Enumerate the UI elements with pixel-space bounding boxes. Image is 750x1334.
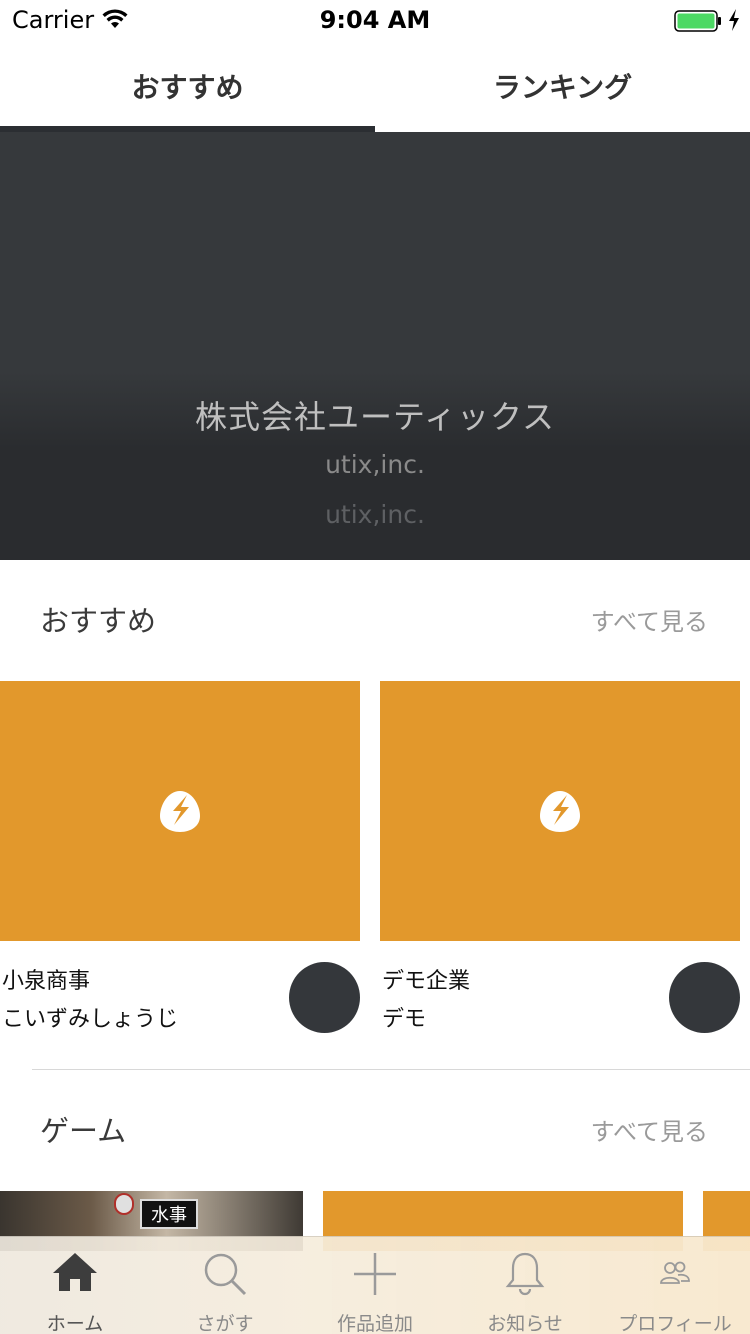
hero-banner[interactable]: 株式会社ユーティックス utix,inc. utix,inc. — [0, 132, 750, 560]
people-icon — [660, 1261, 690, 1284]
section-title: おすすめ — [40, 604, 157, 638]
see-all-link[interactable]: すべて見る — [591, 1112, 708, 1147]
clock: 9:04 AM — [319, 6, 431, 34]
tab-label: さがす — [196, 1313, 254, 1334]
section-header-recommended: おすすめ すべて見る — [0, 588, 750, 648]
tab-label: プロフィール — [618, 1313, 732, 1334]
tab-label: 作品追加 — [336, 1313, 413, 1334]
card-subtitle: デモ — [382, 1007, 427, 1032]
lightning-egg-icon — [160, 791, 200, 832]
card-thumbnail — [380, 681, 740, 941]
charging-icon — [729, 9, 739, 31]
card-title: 小泉商事 — [2, 969, 91, 994]
home-icon — [53, 1253, 97, 1291]
section-header-games: ゲーム すべて見る — [0, 1098, 750, 1158]
tab-add-work[interactable]: 作品追加 — [300, 1237, 450, 1334]
bottom-tab-bar: ホーム さがす 作品追加 お知らせ プロフィール — [0, 1236, 750, 1334]
tab-profile[interactable]: プロフィール — [600, 1237, 750, 1334]
lightning-egg-icon — [540, 791, 580, 832]
card-subtitle: こいずみしょうじ — [2, 1007, 179, 1032]
card-thumbnail — [0, 681, 360, 941]
see-all-link[interactable]: すべて見る — [591, 602, 708, 637]
tab-search[interactable]: さがす — [150, 1237, 300, 1334]
search-icon — [204, 1253, 247, 1296]
section-title: ゲーム — [40, 1114, 127, 1148]
tab-recommended[interactable]: おすすめ — [0, 40, 375, 132]
lantern-graphic — [114, 1193, 134, 1215]
hero-title: 株式会社ユーティックス — [194, 398, 556, 436]
plus-icon — [354, 1253, 396, 1295]
hero-subtitle-secondary: utix,inc. — [325, 500, 425, 529]
status-bar: Carrier 9:04 AM — [0, 0, 750, 40]
tab-ranking[interactable]: ランキング — [375, 40, 750, 132]
top-tab-bar: おすすめ ランキング — [0, 40, 750, 132]
photo-sign: 水事 — [140, 1199, 198, 1229]
battery-icon — [674, 10, 721, 32]
section-divider — [32, 1069, 750, 1070]
avatar[interactable] — [289, 962, 360, 1033]
hero-subtitle: utix,inc. — [325, 450, 425, 479]
tab-home[interactable]: ホーム — [0, 1237, 150, 1334]
card-title: デモ企業 — [382, 969, 471, 994]
tab-label: ホーム — [46, 1313, 104, 1334]
bell-icon — [505, 1252, 545, 1296]
avatar[interactable] — [669, 962, 740, 1033]
tab-notifications[interactable]: お知らせ — [450, 1237, 600, 1334]
tab-label: お知らせ — [487, 1313, 563, 1334]
